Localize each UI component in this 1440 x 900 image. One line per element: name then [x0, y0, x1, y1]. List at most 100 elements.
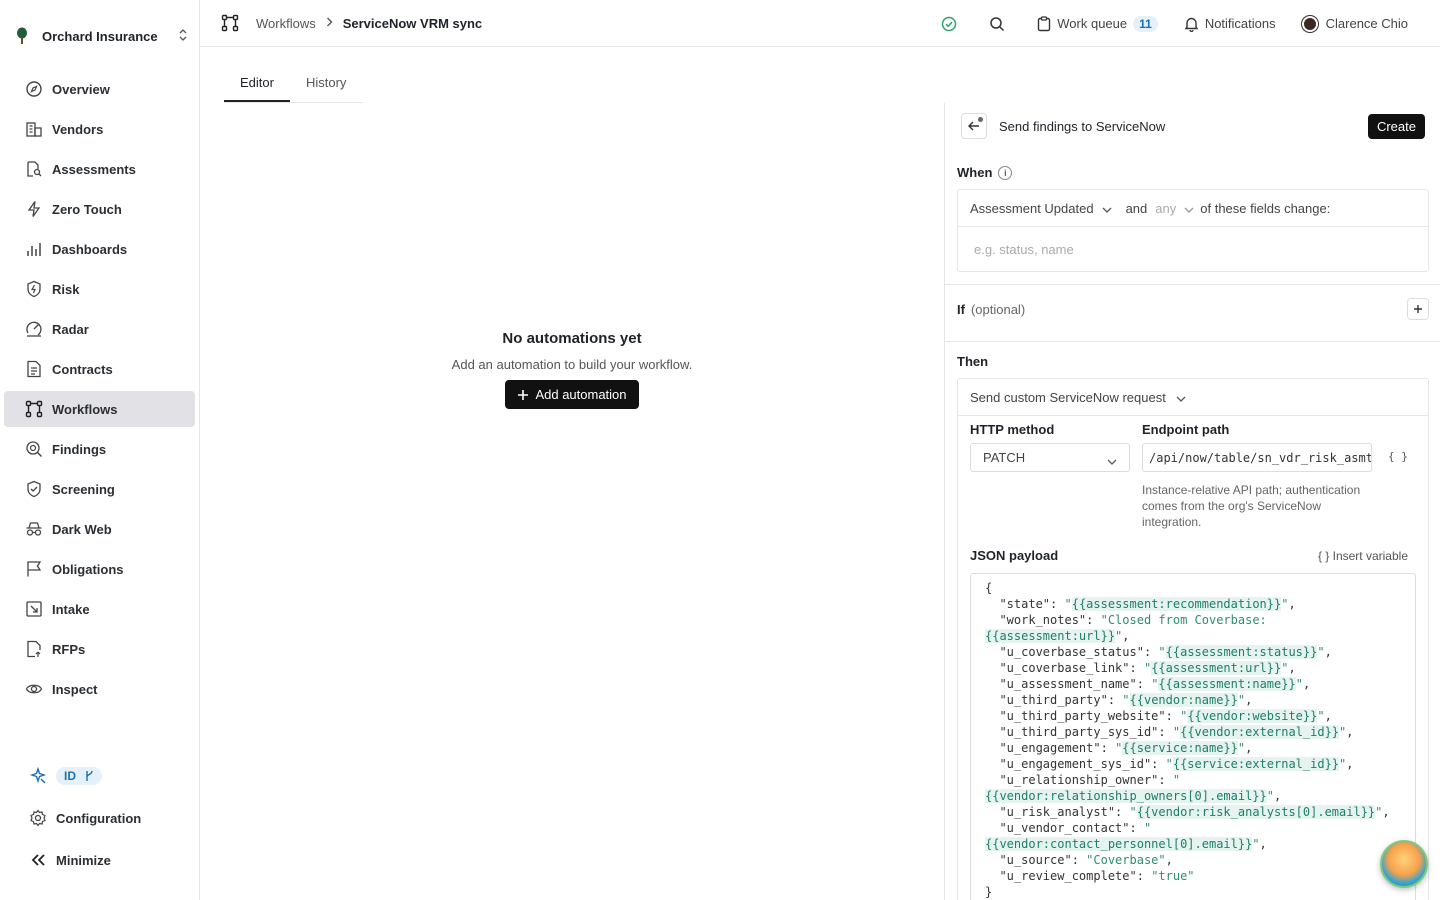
plus-icon	[1414, 305, 1422, 313]
sidebar-item-radar[interactable]: Radar	[4, 311, 195, 347]
configuration-link[interactable]: Configuration	[4, 800, 195, 836]
tab-editor[interactable]: Editor	[224, 66, 290, 102]
bar-chart-icon	[24, 239, 44, 259]
sidebar-item-zero-touch[interactable]: Zero Touch	[4, 191, 195, 227]
arrow-left-icon	[968, 121, 979, 131]
sidebar-item-vendors[interactable]: Vendors	[4, 111, 195, 147]
sidebar-item-obligations[interactable]: Obligations	[4, 551, 195, 587]
json-token: ,	[1288, 661, 1296, 675]
org-name: Orchard Insurance	[42, 28, 158, 44]
sidebar-id-row[interactable]: ID	[4, 758, 195, 794]
id-badge[interactable]: ID	[56, 767, 102, 785]
sidebar-item-overview[interactable]: Overview	[4, 71, 195, 107]
if-label: If	[957, 301, 965, 317]
sidebar-item-assessments[interactable]: Assessments	[4, 151, 195, 187]
json-token: ,	[1288, 597, 1296, 611]
sidebar-item-label: Workflows	[52, 401, 118, 417]
assistant-avatar-icon[interactable]	[1380, 840, 1428, 888]
chevron-down-icon	[1102, 201, 1112, 216]
json-line: {{vendor:contact_personnel[0].email}}",	[985, 836, 1415, 852]
json-payload-editor[interactable]: { "state": "{{assessment:recommendation}…	[970, 573, 1416, 900]
minimize-button[interactable]: Minimize	[4, 842, 195, 878]
json-token: "	[1252, 837, 1260, 851]
double-chevron-left-icon	[28, 850, 48, 870]
sidebar-item-screening[interactable]: Screening	[4, 471, 195, 507]
notifications-label: Notifications	[1204, 16, 1276, 31]
org-switcher[interactable]: Orchard Insurance	[12, 22, 188, 50]
sidebar-item-intake[interactable]: Intake	[4, 591, 195, 627]
json-token: {	[985, 581, 993, 595]
search-icon[interactable]	[989, 16, 1011, 32]
json-token: "	[1172, 725, 1181, 739]
add-automation-button[interactable]: Add automation	[505, 380, 639, 409]
add-condition-button[interactable]	[1407, 298, 1429, 320]
template-variable: {{vendor:name}}	[1129, 693, 1238, 707]
user-menu[interactable]: Clarence Chio	[1301, 15, 1408, 32]
sidebar-item-risk[interactable]: Risk	[4, 271, 195, 307]
template-variable: {{vendor:external_id}}	[1180, 725, 1340, 739]
sidebar-item-label: Zero Touch	[52, 201, 122, 217]
sidebar-item-contracts[interactable]: Contracts	[4, 351, 195, 387]
json-token: "u_third_party_website"	[999, 709, 1166, 723]
id-badge-text: ID	[64, 769, 76, 783]
json-token: :	[1086, 613, 1101, 627]
sidebar-item-label: RFPs	[52, 641, 86, 657]
back-button[interactable]	[961, 113, 987, 139]
json-token: :	[1158, 725, 1173, 739]
avatar	[1301, 15, 1318, 32]
fields-change-text: of these fields change:	[1200, 200, 1331, 216]
sidebar-item-dashboards[interactable]: Dashboards	[4, 231, 195, 267]
create-button[interactable]: Create	[1367, 113, 1425, 139]
template-variable: {{assessment:name}}	[1158, 677, 1296, 691]
sidebar-item-dark-web[interactable]: Dark Web	[4, 511, 195, 547]
trigger-select[interactable]: Assessment Updated	[970, 201, 1094, 216]
http-method-select[interactable]: PATCH	[970, 443, 1130, 472]
json-token: :	[1071, 853, 1087, 867]
notifications-button[interactable]: Notifications	[1184, 16, 1276, 32]
json-line: {{assessment:url}}",	[985, 628, 1415, 644]
sidebar-item-workflows[interactable]: Workflows	[4, 391, 195, 427]
editor-tabs: Editor History	[224, 66, 363, 103]
any-select[interactable]: any	[1155, 201, 1176, 216]
fields-input[interactable]: e.g. status, name	[958, 227, 1428, 271]
sidebar-item-label: Obligations	[52, 561, 124, 577]
status-check-icon[interactable]	[941, 16, 963, 32]
insert-variable-button[interactable]: { } Insert variable	[1318, 549, 1408, 563]
http-method-label: HTTP method	[970, 422, 1055, 437]
panel-header: Send findings to ServiceNow Create	[961, 113, 1425, 139]
tab-history[interactable]: History	[290, 66, 362, 102]
json-token: "u_relationship_owner"	[999, 773, 1159, 787]
json-token: :	[1143, 645, 1159, 659]
endpoint-input[interactable]: /api/now/table/sn_vdr_risk_asmt	[1142, 443, 1372, 472]
intake-icon	[24, 599, 44, 619]
template-variable: {{vendor:relationship_owners[0].email}}	[985, 789, 1267, 803]
sidebar-item-rfps[interactable]: RFPs	[4, 631, 195, 667]
sidebar-item-findings[interactable]: Findings	[4, 431, 195, 467]
template-variable: {{service:external_id}}	[1172, 757, 1340, 771]
sidebar-item-label: Risk	[52, 281, 80, 297]
status-dot	[978, 117, 983, 122]
header-actions: Work queue 11 Notifications Clarence Chi…	[915, 0, 1408, 47]
json-token: "u_engagement_sys_id"	[999, 757, 1152, 771]
shield-check-icon	[24, 479, 44, 499]
breadcrumb-workflows-link[interactable]: Workflows	[256, 16, 316, 31]
json-token: "	[1129, 805, 1137, 819]
work-queue-button[interactable]: Work queue 11	[1037, 15, 1158, 32]
action-select[interactable]: Send custom ServiceNow request	[958, 379, 1428, 416]
work-queue-count: 11	[1133, 15, 1158, 32]
sidebar-item-inspect[interactable]: Inspect	[4, 671, 195, 707]
insert-variable-braces-icon[interactable]: { }	[1388, 450, 1408, 463]
rfp-icon	[24, 639, 44, 659]
json-token: "Coverbase"	[1086, 853, 1166, 867]
empty-title: No automations yet	[502, 330, 642, 347]
bell-icon	[1184, 17, 1199, 32]
sidebar-item-label: Contracts	[52, 361, 113, 377]
user-name: Clarence Chio	[1325, 16, 1408, 31]
minimize-label: Minimize	[56, 852, 111, 868]
json-line: "state": "{{assessment:recommendation}}"…	[985, 596, 1415, 612]
json-token: :	[1136, 677, 1152, 691]
info-icon[interactable]: i	[998, 165, 1013, 180]
